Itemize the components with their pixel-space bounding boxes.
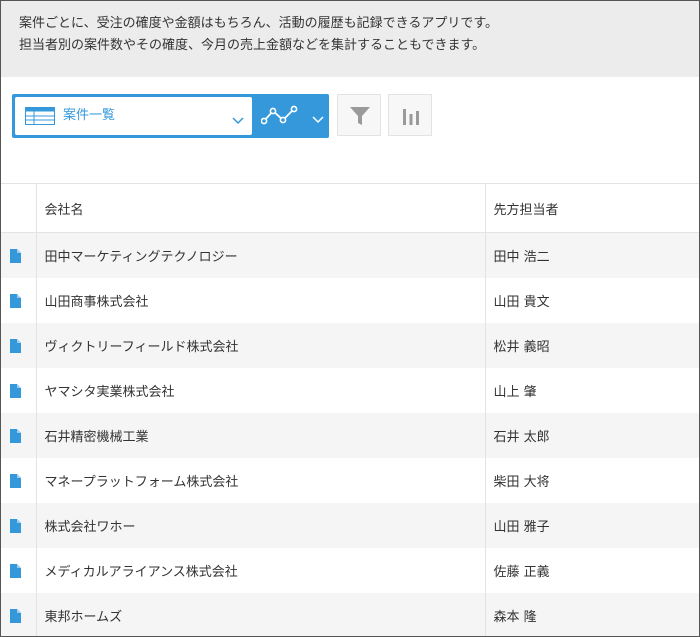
header-icon-column <box>1 184 37 233</box>
chevron-down-icon <box>312 109 324 128</box>
record-detail-link[interactable] <box>1 413 37 458</box>
description-line: 案件ごとに、受注の確度や金額はもちろん、活動の履歴も記録できるアプリです。 <box>19 16 499 31</box>
cell-company: 山田商事株式会社 <box>36 278 486 323</box>
table-row[interactable]: 石井精密機械工業 石井 太郎 <box>1 413 699 458</box>
document-icon <box>9 608 21 623</box>
document-icon <box>9 518 21 533</box>
document-icon <box>9 293 21 308</box>
record-detail-link[interactable] <box>1 278 37 323</box>
table-row[interactable]: 東邦ホームズ 森本 隆 <box>1 593 699 636</box>
filter-button[interactable] <box>337 94 381 136</box>
table-row[interactable]: 田中マーケティングテクノロジー 田中 浩二 <box>1 232 699 278</box>
chevron-down-icon <box>232 110 244 129</box>
summary-button[interactable] <box>388 94 432 136</box>
cell-company: マネープラットフォーム株式会社 <box>36 458 486 503</box>
document-icon <box>9 338 21 353</box>
document-icon <box>9 383 21 398</box>
cell-company: 東邦ホームズ <box>36 593 486 636</box>
column-header-company[interactable]: 会社名 <box>36 184 486 233</box>
graph-menu-button[interactable] <box>252 94 329 138</box>
cell-contact: 松井 義昭 <box>485 323 699 368</box>
table-row[interactable]: 山田商事株式会社 山田 貴文 <box>1 278 699 323</box>
bar-chart-icon <box>403 109 419 125</box>
cell-company: 石井精密機械工業 <box>36 413 486 458</box>
record-detail-link[interactable] <box>1 503 37 548</box>
toolbar: 案件一覧 <box>1 77 699 184</box>
table-row[interactable]: マネープラットフォーム株式会社 柴田 大将 <box>1 458 699 503</box>
cell-contact: 山田 雅子 <box>485 503 699 548</box>
record-detail-link[interactable] <box>1 593 37 636</box>
document-icon <box>9 248 21 263</box>
description-line: 担当者別の案件数やその確度、今月の売上金額などを集計することもできます。 <box>19 38 486 53</box>
cell-contact: 石井 太郎 <box>485 413 699 458</box>
cell-company: 株式会社ワホー <box>36 503 486 548</box>
cell-company: ヤマシタ実業株式会社 <box>36 368 486 413</box>
record-detail-link[interactable] <box>1 548 37 593</box>
list-view-icon <box>25 107 55 129</box>
column-header-contact[interactable]: 先方担当者 <box>485 184 699 233</box>
cell-contact: 柴田 大将 <box>485 458 699 503</box>
line-graph-icon <box>260 104 301 132</box>
table-row[interactable]: メディカルアライアンス株式会社 佐藤 正義 <box>1 548 699 593</box>
table-row[interactable]: 株式会社ワホー 山田 雅子 <box>1 503 699 548</box>
document-icon <box>9 428 21 443</box>
record-detail-link[interactable] <box>1 323 37 368</box>
record-detail-link[interactable] <box>1 458 37 503</box>
cell-contact: 山上 肇 <box>485 368 699 413</box>
view-label: 案件一覧 <box>63 108 116 123</box>
app-frame: 案件ごとに、受注の確度や金額はもちろん、活動の履歴も記録できるアプリです。 担当… <box>0 0 700 637</box>
record-detail-link[interactable] <box>1 232 37 278</box>
cell-contact: 田中 浩二 <box>485 232 699 278</box>
cell-company: 田中マーケティングテクノロジー <box>36 232 486 278</box>
view-selector: 案件一覧 <box>12 94 329 138</box>
cell-company: メディカルアライアンス株式会社 <box>36 548 486 593</box>
table-header-row: 会社名 先方担当者 <box>1 184 699 233</box>
cell-contact: 森本 隆 <box>485 593 699 636</box>
record-detail-link[interactable] <box>1 368 37 413</box>
cell-company: ヴィクトリーフィールド株式会社 <box>36 323 486 368</box>
cell-contact: 山田 貴文 <box>485 278 699 323</box>
filter-icon <box>350 107 370 125</box>
app-description: 案件ごとに、受注の確度や金額はもちろん、活動の履歴も記録できるアプリです。 担当… <box>1 1 699 77</box>
document-icon <box>9 473 21 488</box>
table-row[interactable]: ヤマシタ実業株式会社 山上 肇 <box>1 368 699 413</box>
cell-contact: 佐藤 正義 <box>485 548 699 593</box>
document-icon <box>9 563 21 578</box>
table-row[interactable]: ヴィクトリーフィールド株式会社 松井 義昭 <box>1 323 699 368</box>
view-dropdown[interactable]: 案件一覧 <box>15 97 252 135</box>
records-table: 会社名 先方担当者 田中マーケティングテクノロジー 田中 浩二 山田商事株式会社… <box>1 184 699 636</box>
